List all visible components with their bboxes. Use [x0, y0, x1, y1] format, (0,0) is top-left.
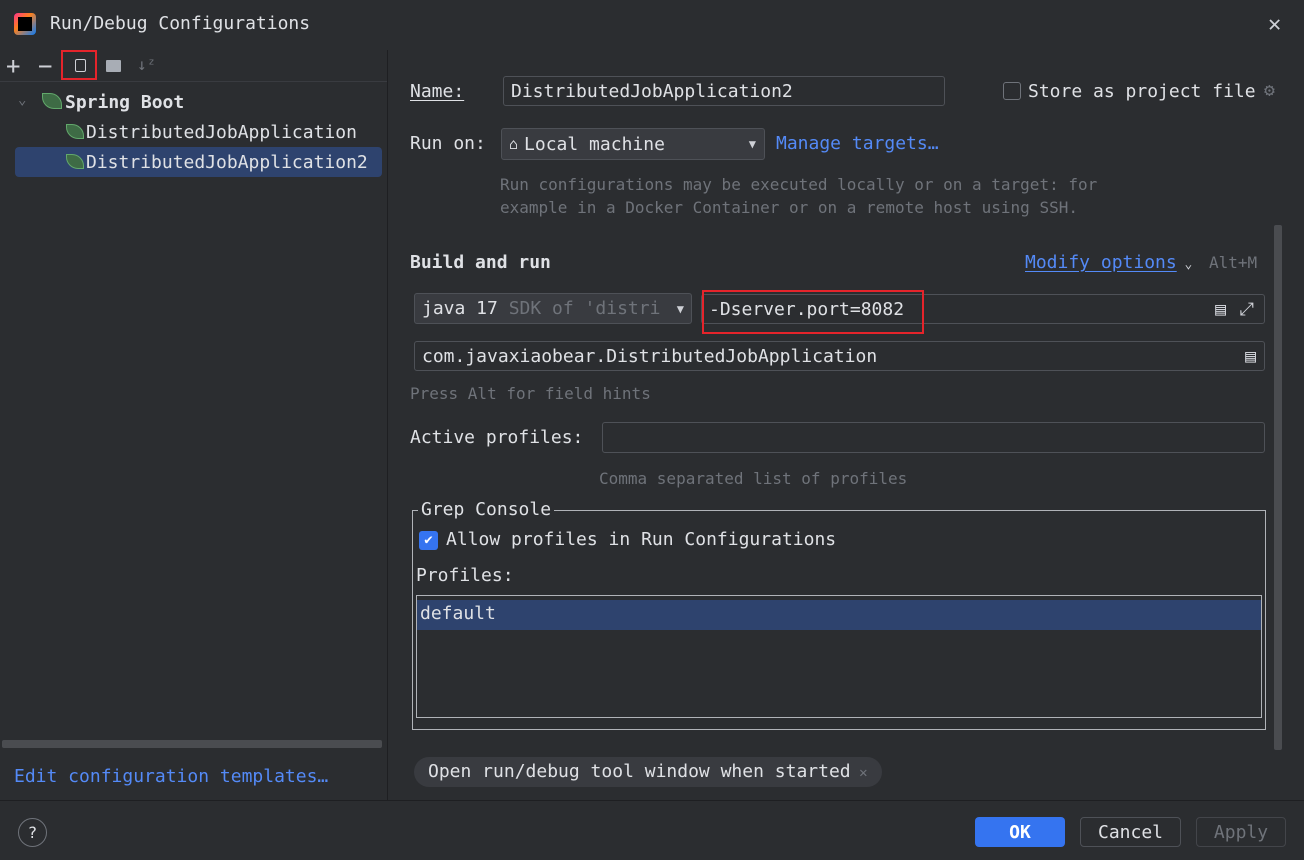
list-icon[interactable]: ▤ [1215, 299, 1226, 320]
add-icon[interactable]: + [6, 52, 20, 80]
spring-boot-icon [66, 124, 84, 139]
chevron-down-icon[interactable]: ⌄ [18, 92, 26, 108]
store-label[interactable]: Store as project file [1028, 81, 1256, 102]
profiles-list-item[interactable]: default [417, 600, 1261, 630]
main-class-input[interactable]: com.javaxiaobear.DistributedJobApplicati… [414, 341, 1265, 371]
build-run-title: Build and run [410, 252, 551, 273]
run-on-hint: example in a Docker Container or on a re… [500, 198, 1078, 217]
divider [387, 50, 388, 800]
close-icon[interactable]: ✕ [1268, 12, 1281, 37]
edit-templates-link[interactable]: Edit configuration templates… [14, 766, 328, 787]
gear-icon[interactable]: ⚙ [1264, 80, 1275, 101]
modify-shortcut: Alt+M [1209, 253, 1258, 272]
tree-group-spring-boot[interactable]: Spring Boot [65, 92, 184, 113]
profiles-input[interactable] [602, 422, 1265, 453]
allow-profiles-label[interactable]: Allow profiles in Run Configurations [446, 529, 836, 550]
window-title: Run/Debug Configurations [50, 13, 311, 34]
sdk-select[interactable]: java 17 SDK of 'distri ▼ [414, 293, 692, 324]
apply-button[interactable]: Apply [1196, 817, 1286, 847]
remove-icon[interactable]: − [38, 52, 52, 80]
help-button[interactable]: ? [18, 818, 47, 847]
tool-window-tag[interactable]: Open run/debug tool window when started … [414, 757, 882, 787]
chevron-down-icon: ⌄ [1176, 257, 1193, 272]
divider [0, 81, 387, 82]
manage-targets-link[interactable]: Manage targets… [776, 133, 939, 154]
run-on-label: Run on: [410, 133, 486, 154]
run-on-select[interactable]: ⌂ Local machine ▼ [501, 128, 765, 160]
dropdown-arrow-icon: ▼ [748, 137, 756, 151]
profiles-label: Active profiles: [410, 427, 584, 448]
name-label: Name: [410, 81, 465, 102]
modify-options-label: Modify options [1025, 252, 1177, 273]
tree-item[interactable]: DistributedJobApplication2 [86, 152, 368, 173]
list-icon[interactable]: ▤ [1245, 346, 1256, 367]
app-logo-icon [14, 13, 36, 35]
tag-label: Open run/debug tool window when started [428, 761, 851, 782]
run-on-hint: Run configurations may be executed local… [500, 175, 1098, 194]
cancel-button[interactable]: Cancel [1080, 817, 1181, 847]
allow-profiles-checkbox[interactable]: ✔ [419, 531, 438, 550]
ok-button[interactable]: OK [975, 817, 1065, 847]
modify-options-link[interactable]: Modify options ⌄ [1025, 252, 1192, 273]
sort-icon[interactable]: ↓ᶻ [137, 55, 156, 74]
profiles-list-label: Profiles: [416, 565, 514, 586]
sdk-value: java 17 [422, 298, 498, 319]
horizontal-scrollbar[interactable] [2, 740, 382, 748]
spring-boot-icon [42, 93, 62, 109]
profiles-hint: Comma separated list of profiles [599, 469, 908, 488]
main-class-value: com.javaxiaobear.DistributedJobApplicati… [422, 345, 878, 367]
store-checkbox[interactable] [1003, 82, 1021, 100]
new-folder-icon[interactable] [106, 60, 121, 72]
tree-item[interactable]: DistributedJobApplication [86, 122, 357, 143]
vertical-scrollbar[interactable] [1274, 225, 1282, 750]
grep-console-title: Grep Console [418, 499, 555, 520]
copy-icon[interactable] [61, 50, 97, 80]
dropdown-arrow-icon: ▼ [676, 301, 684, 316]
name-input[interactable]: DistributedJobApplication2 [503, 76, 945, 106]
run-on-value: Local machine [524, 133, 665, 155]
field-hint: Press Alt for field hints [410, 384, 651, 403]
sdk-hint: SDK of 'distri [508, 298, 661, 319]
close-icon[interactable]: ✕ [851, 765, 867, 781]
highlight-box [702, 290, 924, 334]
home-icon: ⌂ [509, 135, 519, 153]
divider [0, 800, 1304, 801]
expand-icon[interactable]: ⤢ [1240, 299, 1254, 320]
